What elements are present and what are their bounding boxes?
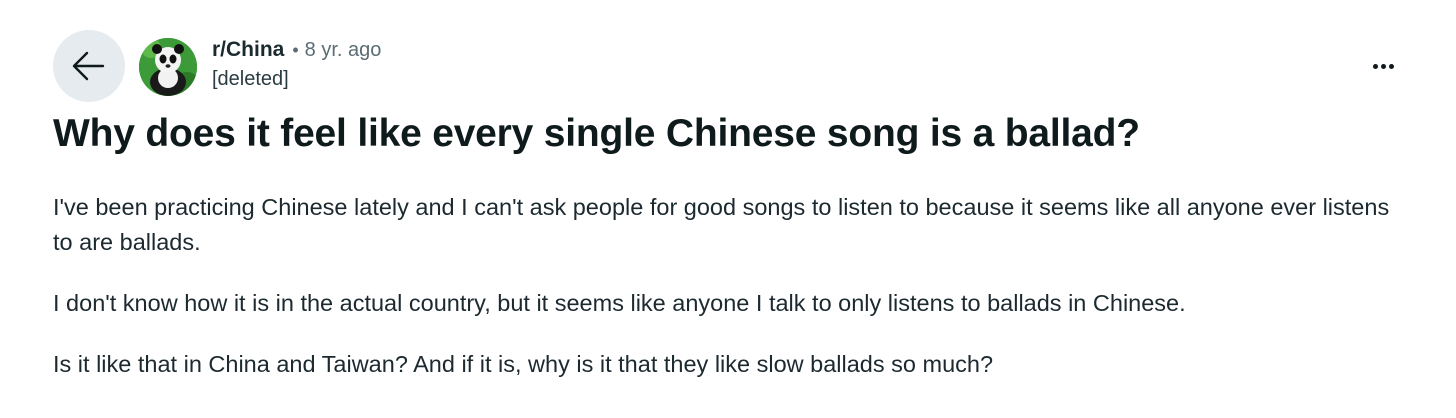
meta-separator: • [292,40,299,60]
more-options-button[interactable] [1363,50,1403,82]
post-header: r/China • 8 yr. ago [deleted] [53,30,1403,102]
post-paragraph: Is it like that in China and Taiwan? And… [53,351,994,377]
subreddit-name[interactable]: r/China [212,38,284,62]
subreddit-avatar[interactable] [139,38,197,96]
more-horizontal-icon [1372,63,1378,69]
post-body: I've been practicing Chinese lately and … [53,190,1413,408]
back-button[interactable] [53,30,125,102]
post-paragraph: I don't know how it is in the actual cou… [53,290,1186,316]
post-meta: r/China • 8 yr. ago [deleted] [212,38,381,91]
more-horizontal-icon [1380,63,1386,69]
arrow-left-icon [72,51,105,81]
post-age: 8 yr. ago [304,39,382,61]
more-horizontal-icon [1388,63,1394,69]
post-author[interactable]: [deleted] [212,68,381,91]
post-paragraph: I've been practicing Chinese lately and … [53,194,1390,255]
panda-avatar-icon [139,38,197,96]
post-title: Why does it feel like every single Chine… [53,112,1140,155]
